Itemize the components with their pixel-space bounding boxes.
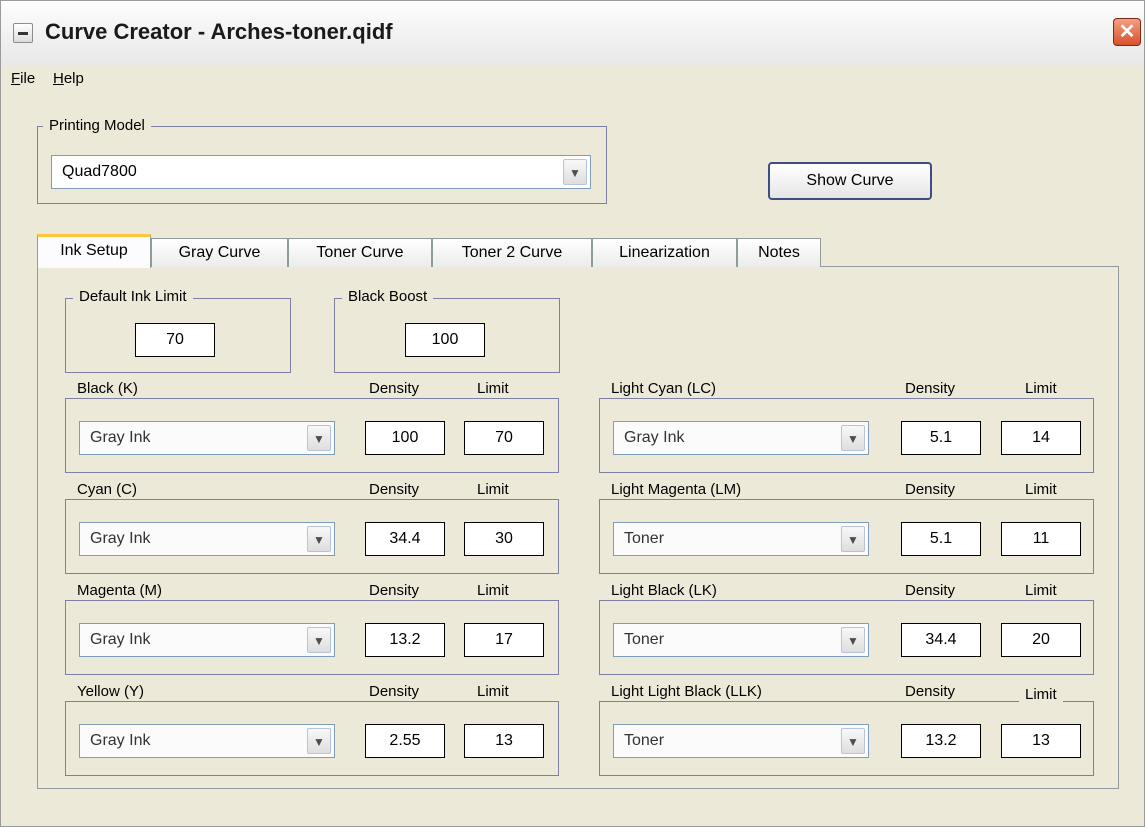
density-input[interactable]: 2.55 — [365, 724, 445, 758]
limit-input[interactable]: 70 — [464, 421, 544, 455]
limit-label: Limit — [1019, 686, 1063, 703]
limit-label: Limit — [471, 683, 515, 700]
chevron-down-icon[interactable]: ▼ — [841, 627, 865, 653]
density-label: Density — [899, 582, 962, 599]
density-label: Density — [899, 380, 962, 397]
ink-name-label: Magenta (M) — [71, 582, 169, 599]
ink-name-label: Light Black (LK) — [605, 582, 723, 599]
density-input[interactable]: 5.1 — [901, 522, 981, 556]
density-input[interactable]: 34.4 — [901, 623, 981, 657]
ink-type-select[interactable]: Gray Ink ▼ — [79, 522, 335, 556]
ink-type-select[interactable]: Gray Ink ▼ — [79, 623, 335, 657]
printing-model-select[interactable]: Quad7800 ▼ — [51, 155, 591, 189]
ink-type-select[interactable]: Gray Ink ▼ — [79, 724, 335, 758]
menu-help-label: Help — [53, 70, 84, 87]
ink-type-select[interactable]: Gray Ink ▼ — [613, 421, 869, 455]
limit-label: Limit — [471, 582, 515, 599]
black-boost-label: Black Boost — [342, 288, 434, 305]
close-icon[interactable]: ✕ — [1113, 18, 1141, 46]
limit-input[interactable]: 11 — [1001, 522, 1081, 556]
chevron-down-icon[interactable]: ▼ — [307, 526, 331, 552]
limit-input[interactable]: 14 — [1001, 421, 1081, 455]
chevron-down-icon[interactable]: ▼ — [841, 526, 865, 552]
density-label: Density — [363, 582, 426, 599]
chevron-down-icon[interactable]: ▼ — [841, 425, 865, 451]
title-bar: Curve Creator - Arches-toner.qidf ✕ — [1, 1, 1144, 66]
density-label: Density — [363, 380, 426, 397]
printing-model-value: Quad7800 — [62, 163, 137, 180]
window-title: Curve Creator - Arches-toner.qidf — [45, 19, 393, 44]
ink-name-label: Yellow (Y) — [71, 683, 150, 700]
chevron-down-icon[interactable]: ▼ — [841, 728, 865, 754]
ink-type-value: Gray Ink — [624, 429, 685, 446]
ink-name-label: Cyan (C) — [71, 481, 144, 498]
tab-toner-curve[interactable]: Toner Curve — [288, 238, 432, 267]
density-label: Density — [363, 683, 426, 700]
ink-type-select[interactable]: Toner ▼ — [613, 623, 869, 657]
chevron-down-icon[interactable]: ▼ — [307, 425, 331, 451]
limit-input[interactable]: 13 — [464, 724, 544, 758]
menu-file-label: File — [11, 70, 36, 87]
ink-type-select[interactable]: Gray Ink ▼ — [79, 421, 335, 455]
chevron-down-icon[interactable]: ▼ — [563, 159, 587, 185]
limit-input[interactable]: 17 — [464, 623, 544, 657]
density-input[interactable]: 100 — [365, 421, 445, 455]
ink-type-value: Gray Ink — [90, 530, 151, 547]
density-input[interactable]: 5.1 — [901, 421, 981, 455]
limit-input[interactable]: 13 — [1001, 724, 1081, 758]
tab-gray-curve[interactable]: Gray Curve — [151, 238, 288, 267]
black-boost-input[interactable]: 100 — [405, 323, 485, 357]
ink-type-select[interactable]: Toner ▼ — [613, 724, 869, 758]
window-menu-icon[interactable] — [13, 23, 33, 43]
limit-label: Limit — [1019, 380, 1063, 397]
tab-linearization[interactable]: Linearization — [592, 238, 737, 267]
curve-creator-window: Curve Creator - Arches-toner.qidf ✕ File… — [0, 0, 1145, 827]
density-input[interactable]: 13.2 — [901, 724, 981, 758]
default-ink-limit-input[interactable]: 70 — [135, 323, 215, 357]
density-input[interactable]: 13.2 — [365, 623, 445, 657]
printing-model-label: Printing Model — [43, 117, 151, 134]
ink-type-value: Gray Ink — [90, 631, 151, 648]
limit-label: Limit — [1019, 582, 1063, 599]
limit-input[interactable]: 30 — [464, 522, 544, 556]
ink-type-value: Gray Ink — [90, 429, 151, 446]
density-label: Density — [899, 683, 962, 700]
ink-type-value: Gray Ink — [90, 732, 151, 749]
density-input[interactable]: 34.4 — [365, 522, 445, 556]
menu-help[interactable]: Help — [53, 70, 84, 87]
tab-toner-2-curve[interactable]: Toner 2 Curve — [432, 238, 592, 267]
ink-name-label: Black (K) — [71, 380, 144, 397]
ink-type-select[interactable]: Toner ▼ — [613, 522, 869, 556]
ink-type-value: Toner — [624, 732, 665, 749]
default-ink-limit-label: Default Ink Limit — [73, 288, 193, 305]
density-label: Density — [899, 481, 962, 498]
ink-name-label: Light Cyan (LC) — [605, 380, 723, 397]
limit-label: Limit — [471, 380, 515, 397]
chevron-down-icon[interactable]: ▼ — [307, 627, 331, 653]
limit-label: Limit — [1019, 481, 1063, 498]
limit-input[interactable]: 20 — [1001, 623, 1081, 657]
menu-file[interactable]: File — [11, 70, 35, 87]
ink-type-value: Toner — [624, 631, 665, 648]
chevron-down-icon[interactable]: ▼ — [307, 728, 331, 754]
ink-name-label: Light Light Black (LLK) — [605, 683, 768, 700]
limit-label: Limit — [471, 481, 515, 498]
density-label: Density — [363, 481, 426, 498]
tab-ink-setup[interactable]: Ink Setup — [37, 234, 151, 268]
tab-notes[interactable]: Notes — [737, 238, 821, 267]
ink-type-value: Toner — [624, 530, 665, 547]
show-curve-button[interactable]: Show Curve — [768, 162, 932, 200]
menu-bar: File Help — [1, 65, 1144, 95]
ink-name-label: Light Magenta (LM) — [605, 481, 748, 498]
